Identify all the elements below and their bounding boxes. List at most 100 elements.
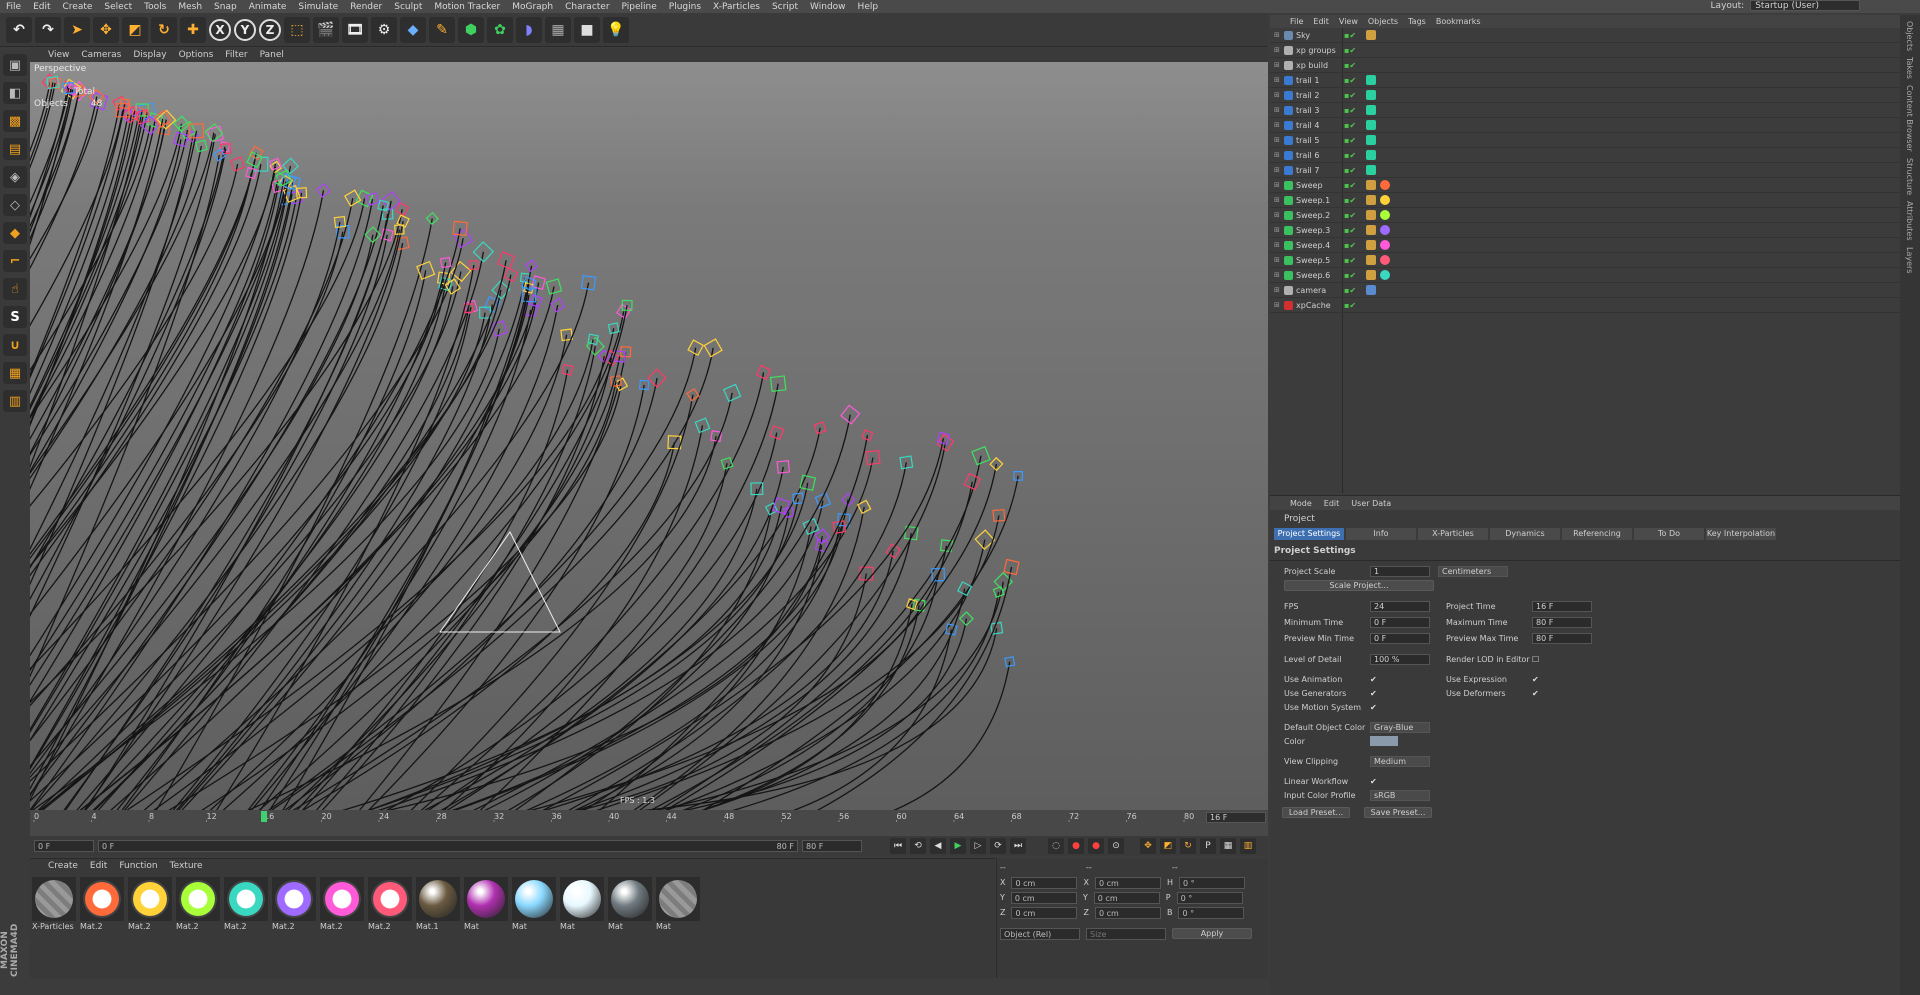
material-item[interactable]: Mat — [464, 877, 508, 931]
make-editable-icon[interactable]: ▣ — [3, 54, 27, 76]
object-menu-objects[interactable]: Objects — [1368, 17, 1398, 26]
project-scale-unit-select[interactable]: Centimeters — [1438, 565, 1508, 577]
viewport-menu-view[interactable]: View — [48, 50, 69, 60]
tab-info[interactable]: Info — [1346, 528, 1416, 540]
keyframe-selection-icon[interactable]: ⊙ — [1108, 838, 1124, 854]
coord-rotation-field[interactable]: 0 ° — [1178, 906, 1245, 919]
add-icon[interactable]: ✚ — [180, 16, 206, 43]
object-row[interactable]: ⊞ trail 4 ▪✔ — [1270, 118, 1900, 133]
view-clipping-select[interactable]: Medium — [1370, 755, 1430, 767]
expand-icon[interactable]: ⊞ — [1274, 286, 1280, 294]
menu-pipeline[interactable]: Pipeline — [616, 2, 663, 12]
visibility-check-icon[interactable]: ▪✔ — [1344, 286, 1356, 295]
object-row[interactable]: ⊞ trail 1 ▪✔ — [1270, 73, 1900, 88]
render-settings-icon[interactable]: ⚙ — [371, 16, 397, 43]
level-of-detail-field[interactable]: 100 % — [1370, 653, 1430, 665]
deformer-icon[interactable]: ◗ — [516, 16, 542, 43]
menu-sculpt[interactable]: Sculpt — [388, 2, 428, 12]
expand-icon[interactable]: ⊞ — [1274, 121, 1280, 129]
viewport-menu-options[interactable]: Options — [179, 50, 214, 60]
use-motion-checkbox[interactable]: ✔ — [1370, 703, 1377, 712]
visibility-check-icon[interactable]: ▪✔ — [1344, 31, 1356, 40]
project-scale-field[interactable]: 1 — [1370, 565, 1430, 577]
select-icon[interactable]: ➤ — [64, 16, 90, 43]
material-item[interactable]: Mat.1 — [416, 877, 460, 931]
texture-mode-icon[interactable]: ▩ — [3, 110, 27, 132]
material-swatch[interactable] — [368, 877, 412, 921]
attribute-menu-user-data[interactable]: User Data — [1351, 499, 1391, 508]
subdivision-icon[interactable]: ⬢ — [458, 16, 484, 43]
object-row[interactable]: ⊞ xp build ▪✔ — [1270, 58, 1900, 73]
camera-icon[interactable]: ■ — [574, 16, 600, 43]
coord-mode-select[interactable]: Object (Rel) — [1000, 927, 1080, 940]
material-tag-icon[interactable] — [1380, 225, 1390, 235]
snap-icon[interactable]: S — [3, 306, 27, 328]
go-start-icon[interactable]: ⏮ — [890, 838, 906, 854]
attribute-menu-mode[interactable]: Mode — [1290, 499, 1312, 508]
material-swatch[interactable] — [464, 877, 508, 921]
material-item[interactable]: Mat — [656, 877, 700, 931]
side-tab-content-browser[interactable]: Content Browser — [1905, 85, 1914, 152]
material-menu-function[interactable]: Function — [119, 861, 157, 871]
material-menu-create[interactable]: Create — [48, 861, 78, 871]
object-row[interactable]: ⊞ Sweep.2 ▪✔ — [1270, 208, 1900, 223]
magnet-icon[interactable]: ∪ — [3, 334, 27, 356]
object-tag-icon[interactable] — [1366, 225, 1376, 235]
object-tag-icon[interactable] — [1366, 90, 1376, 100]
tab-key-interpolation[interactable]: Key Interpolation — [1706, 528, 1776, 540]
coord-position-field[interactable]: 0 cm — [1011, 906, 1078, 919]
expand-icon[interactable]: ⊞ — [1274, 226, 1280, 234]
tab-x-particles[interactable]: X-Particles — [1418, 528, 1488, 540]
material-tag-icon[interactable] — [1380, 195, 1390, 205]
tweak-mode-icon[interactable]: ☝ — [3, 278, 27, 300]
menu-render[interactable]: Render — [344, 2, 388, 12]
visibility-check-icon[interactable]: ▪✔ — [1344, 91, 1356, 100]
visibility-check-icon[interactable]: ▪✔ — [1344, 136, 1356, 145]
object-row[interactable]: ⊞ Sweep.1 ▪✔ — [1270, 193, 1900, 208]
material-item[interactable]: Mat — [608, 877, 652, 931]
material-tag-icon[interactable] — [1380, 240, 1390, 250]
material-swatch[interactable] — [176, 877, 220, 921]
planar-workplane-icon[interactable]: ▥ — [3, 390, 27, 412]
material-item[interactable]: X-Particles — [32, 877, 76, 931]
material-swatch[interactable] — [32, 877, 76, 921]
material-tag-icon[interactable] — [1380, 210, 1390, 220]
key-scale-icon[interactable]: ◩ — [1160, 838, 1176, 854]
side-tab-structure[interactable]: Structure — [1905, 158, 1914, 195]
object-tag-icon[interactable] — [1366, 150, 1376, 160]
color-swatch[interactable] — [1370, 736, 1398, 746]
material-swatch[interactable] — [656, 877, 700, 921]
use-deformers-checkbox[interactable]: ✔ — [1532, 689, 1539, 698]
coord-position-field[interactable]: 0 cm — [1011, 876, 1078, 889]
expand-icon[interactable]: ⊞ — [1274, 76, 1280, 84]
visibility-check-icon[interactable]: ▪✔ — [1344, 166, 1356, 175]
axis-mode-icon[interactable]: ⌐ — [3, 250, 27, 272]
play-icon[interactable]: ▶ — [950, 838, 966, 854]
menu-plugins[interactable]: Plugins — [663, 2, 707, 12]
scale-icon[interactable]: ◩ — [122, 16, 148, 43]
key-rotation-icon[interactable]: ↻ — [1180, 838, 1196, 854]
material-swatch[interactable] — [512, 877, 556, 921]
expand-icon[interactable]: ⊞ — [1274, 271, 1280, 279]
z-axis-icon[interactable]: Z — [259, 18, 281, 41]
menu-simulate[interactable]: Simulate — [292, 2, 344, 12]
visibility-check-icon[interactable]: ▪✔ — [1344, 196, 1356, 205]
use-expression-checkbox[interactable]: ✔ — [1532, 675, 1539, 684]
material-tag-icon[interactable] — [1380, 255, 1390, 265]
coordinate-system-icon[interactable]: ⬚ — [284, 16, 310, 43]
prev-key-icon[interactable]: ⟲ — [910, 838, 926, 854]
expand-icon[interactable]: ⊞ — [1274, 91, 1280, 99]
viewport-menu-display[interactable]: Display — [133, 50, 166, 60]
material-swatch[interactable] — [416, 877, 460, 921]
expand-icon[interactable]: ⊞ — [1274, 241, 1280, 249]
expand-icon[interactable]: ⊞ — [1274, 106, 1280, 114]
preview-min-field[interactable]: 0 F — [1370, 632, 1430, 644]
expand-icon[interactable]: ⊞ — [1274, 301, 1280, 309]
range-slider[interactable]: 0 F 80 F — [98, 840, 798, 852]
visibility-check-icon[interactable]: ▪✔ — [1344, 76, 1356, 85]
material-menu-texture[interactable]: Texture — [170, 861, 203, 871]
menu-snap[interactable]: Snap — [208, 2, 243, 12]
object-menu-bookmarks[interactable]: Bookmarks — [1436, 17, 1481, 26]
viewport-menu-panel[interactable]: Panel — [260, 50, 284, 60]
visibility-check-icon[interactable]: ▪✔ — [1344, 211, 1356, 220]
